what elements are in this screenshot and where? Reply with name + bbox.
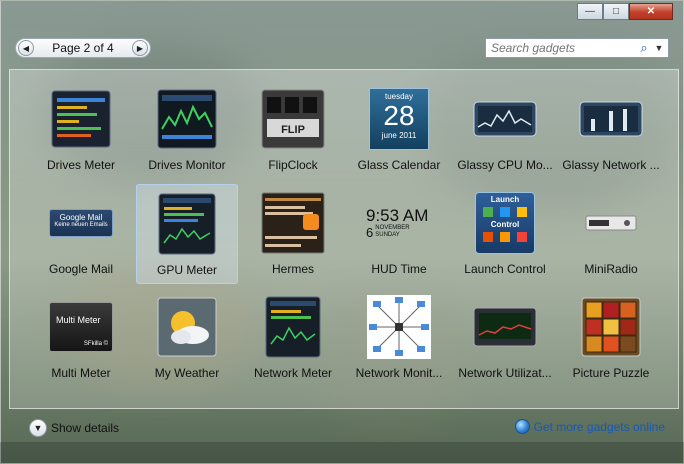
gadget-google-mail[interactable]: Google Mail Keine neuen Emails Google Ma… (30, 184, 132, 284)
close-button[interactable]: ✕ (629, 3, 673, 20)
previous-page-button[interactable]: ◀ (18, 40, 34, 56)
next-page-button[interactable]: ▶ (131, 40, 148, 56)
launch-control-bottom: Control (490, 220, 520, 229)
hermes-icon (260, 190, 326, 256)
gadget-gpu-meter[interactable]: GPU Meter (136, 184, 238, 284)
get-more-gadgets-label: Get more gadgets online (533, 419, 665, 434)
google-mail-title: Google Mail (59, 213, 103, 222)
gadget-my-weather[interactable]: My Weather (136, 288, 238, 388)
gadget-row: Google Mail Keine neuen Emails Google Ma… (30, 184, 670, 288)
gadget-network-monitor[interactable]: Network Monit... (348, 288, 450, 388)
weather-icon (154, 294, 220, 360)
picture-puzzle-icon (578, 294, 644, 360)
window-controls: — □ ✕ (577, 3, 673, 20)
gadget-label: Launch Control (464, 262, 546, 276)
svg-text:FLIP: FLIP (281, 124, 305, 136)
multi-meter-brand: SFkilla © (83, 341, 108, 347)
hud-time-clock: 9:53 AM (366, 205, 429, 225)
minimize-button[interactable]: — (577, 3, 603, 20)
gadget-label: HUD Time (371, 262, 427, 276)
search-box: ⌕ ▼ (485, 38, 669, 58)
gadget-glassy-cpu[interactable]: Glassy CPU Mo... (454, 80, 556, 180)
gadget-label: MiniRadio (584, 262, 638, 276)
search-input[interactable] (486, 39, 636, 57)
multi-meter-title: Multi Meter (56, 315, 101, 325)
gpu-meter-icon (154, 191, 220, 257)
gadget-multi-meter[interactable]: Multi Meter SFkilla © Multi Meter (30, 288, 132, 388)
show-details-button[interactable]: ▼ Show details (29, 419, 119, 437)
chevron-down-icon[interactable]: ▼ (652, 43, 666, 53)
glassy-cpu-icon (472, 86, 538, 152)
gadget-label: Drives Meter (46, 158, 115, 172)
gadget-label: My Weather (154, 366, 220, 380)
hud-time-weekday: SUNDAY (375, 232, 400, 238)
search-icon[interactable]: ⌕ (636, 40, 652, 56)
chevron-left-icon: ◀ (22, 43, 30, 53)
gadget-label: Drives Monitor (148, 158, 226, 172)
gadget-picture-puzzle[interactable]: Picture Puzzle (560, 288, 662, 388)
gadget-label: Network Utilizat... (458, 366, 552, 380)
calendar-month: june 2011 (381, 131, 417, 140)
gadget-grid: Drives Meter Drives Monitor FLIP FlipClo… (30, 80, 670, 392)
gadget-row: Drives Meter Drives Monitor FLIP FlipClo… (30, 80, 670, 184)
gadget-label: Glass Calendar (357, 158, 441, 172)
network-monitor-icon (366, 294, 432, 360)
miniradio-icon (578, 190, 644, 256)
page-navigator: ◀ Page 2 of 4 ▶ (15, 38, 151, 58)
multi-meter-icon: Multi Meter SFkilla © (48, 294, 114, 360)
get-more-gadgets-link[interactable]: Get more gadgets online (514, 419, 665, 434)
gadget-label: Network Meter (253, 366, 333, 380)
page-indicator: Page 2 of 4 (52, 41, 114, 55)
gadget-label: Glassy Network ... (562, 158, 660, 172)
google-mail-status: Keine neuen Emails (54, 222, 108, 228)
desktop-strip (0, 442, 684, 464)
gadget-glass-calendar[interactable]: tuesday 28 june 2011 Glass Calendar (348, 80, 450, 180)
glass-calendar-icon: tuesday 28 june 2011 (366, 86, 432, 152)
google-mail-icon: Google Mail Keine neuen Emails (48, 190, 114, 256)
gadget-glassy-network[interactable]: Glassy Network ... (560, 80, 662, 180)
gadget-launch-control[interactable]: Launch Control Launch Control (454, 184, 556, 284)
network-utilization-icon (472, 294, 538, 360)
gadget-label: FlipClock (268, 158, 318, 172)
launch-control-top: Launch (490, 195, 520, 204)
show-details-label: Show details (51, 421, 120, 435)
drives-meter-icon (48, 86, 114, 152)
gadget-miniradio[interactable]: MiniRadio (560, 184, 662, 284)
gadget-label: Google Mail (48, 262, 114, 276)
gadget-drives-monitor[interactable]: Drives Monitor (136, 80, 238, 180)
gadget-label: Network Monit... (355, 366, 443, 380)
globe-icon (514, 419, 530, 434)
drives-monitor-icon (154, 86, 220, 152)
gadget-label: Hermes (271, 262, 314, 276)
calendar-date: 28 (383, 100, 415, 131)
gadget-grid-panel: Drives Meter Drives Monitor FLIP FlipClo… (9, 69, 679, 409)
gadget-label: Multi Meter (51, 366, 111, 380)
minimize-icon: — (585, 6, 595, 17)
gadget-row: Multi Meter SFkilla © Multi Meter My Wea… (30, 288, 670, 392)
launch-control-icon: Launch Control (472, 190, 538, 256)
gadget-gallery-window: — □ ✕ ◀ Page 2 of 4 ▶ ⌕ ▼ Drives Meter (0, 0, 684, 464)
maximize-button[interactable]: □ (603, 3, 629, 20)
gadget-label: GPU Meter (156, 263, 217, 277)
close-icon: ✕ (646, 6, 656, 17)
network-meter-icon (260, 294, 326, 360)
gadget-flipclock[interactable]: FLIP FlipClock (242, 80, 344, 180)
flipclock-icon: FLIP (260, 86, 326, 152)
hud-time-icon: 9:53 AM 6 NOVEMBER SUNDAY (366, 190, 432, 256)
hud-time-month: NOVEMBER (375, 225, 410, 231)
gadget-label: Picture Puzzle (572, 366, 650, 380)
gadget-network-meter[interactable]: Network Meter (242, 288, 344, 388)
gadget-drives-meter[interactable]: Drives Meter (30, 80, 132, 180)
chevron-right-icon: ▶ (136, 43, 144, 53)
gadget-label: Glassy CPU Mo... (457, 158, 553, 172)
glassy-network-icon (578, 86, 644, 152)
maximize-icon: □ (612, 6, 620, 17)
gadget-network-utilization[interactable]: Network Utilizat... (454, 288, 556, 388)
footer-bar: ▼ Show details Get more gadgets online (1, 411, 684, 441)
gadget-hermes[interactable]: Hermes (242, 184, 344, 284)
gadget-hud-time[interactable]: 9:53 AM 6 NOVEMBER SUNDAY HUD Time (348, 184, 450, 284)
hud-time-day: 6 (366, 224, 374, 240)
chevron-down-icon: ▼ (29, 419, 47, 437)
